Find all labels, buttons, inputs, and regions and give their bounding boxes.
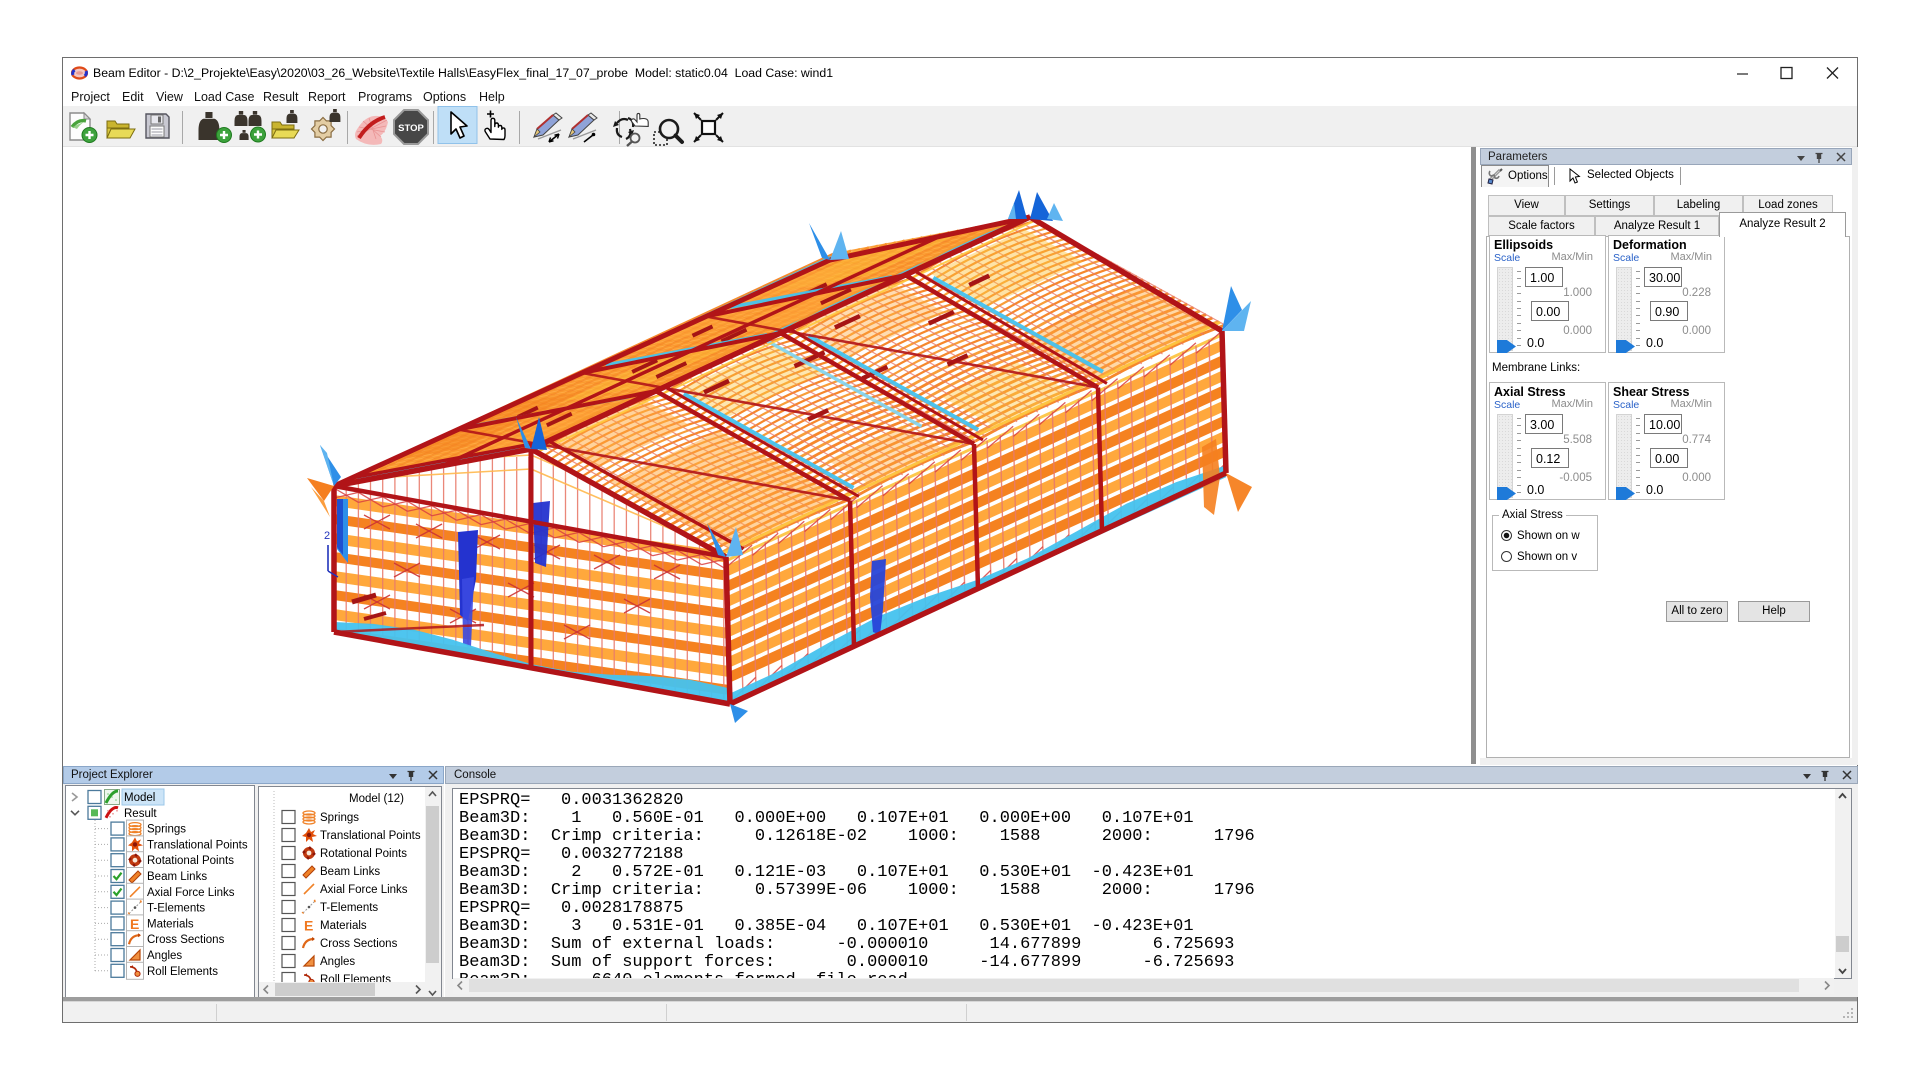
svg-text:T-Elements: T-Elements (320, 902, 378, 914)
svg-text:Axial Force Links: Axial Force Links (320, 884, 408, 896)
svg-text:Springs: Springs (147, 824, 186, 836)
svg-text:Model (12): Model (12) (349, 793, 404, 805)
svg-text:Model: Model (124, 792, 155, 804)
svg-text:Springs: Springs (320, 812, 359, 824)
svg-text:Cross Sections: Cross Sections (320, 938, 398, 950)
svg-text:Materials: Materials (320, 920, 367, 932)
svg-text:Materials: Materials (147, 918, 194, 930)
svg-text:Rotational Points: Rotational Points (147, 855, 234, 867)
svg-text:STOP: STOP (398, 123, 424, 134)
svg-text:Axial Force Links: Axial Force Links (147, 887, 235, 899)
svg-text:Result: Result (124, 808, 157, 820)
svg-text:Angles: Angles (320, 956, 355, 968)
svg-text:Angles: Angles (147, 950, 182, 962)
svg-text:Translational Points: Translational Points (320, 830, 421, 842)
svg-text:Beam Links: Beam Links (320, 866, 380, 878)
svg-text:T-Elements: T-Elements (147, 903, 205, 915)
svg-text:Cross Sections: Cross Sections (147, 934, 225, 946)
svg-text:E: E (130, 916, 139, 932)
svg-text:Translational Points: Translational Points (147, 839, 248, 851)
svg-text:Beam Links: Beam Links (147, 871, 207, 883)
svg-text:2: 2 (324, 530, 330, 542)
svg-text:Rotational Points: Rotational Points (320, 848, 407, 860)
svg-text:Roll Elements: Roll Elements (147, 966, 218, 978)
svg-text:E: E (304, 918, 313, 934)
